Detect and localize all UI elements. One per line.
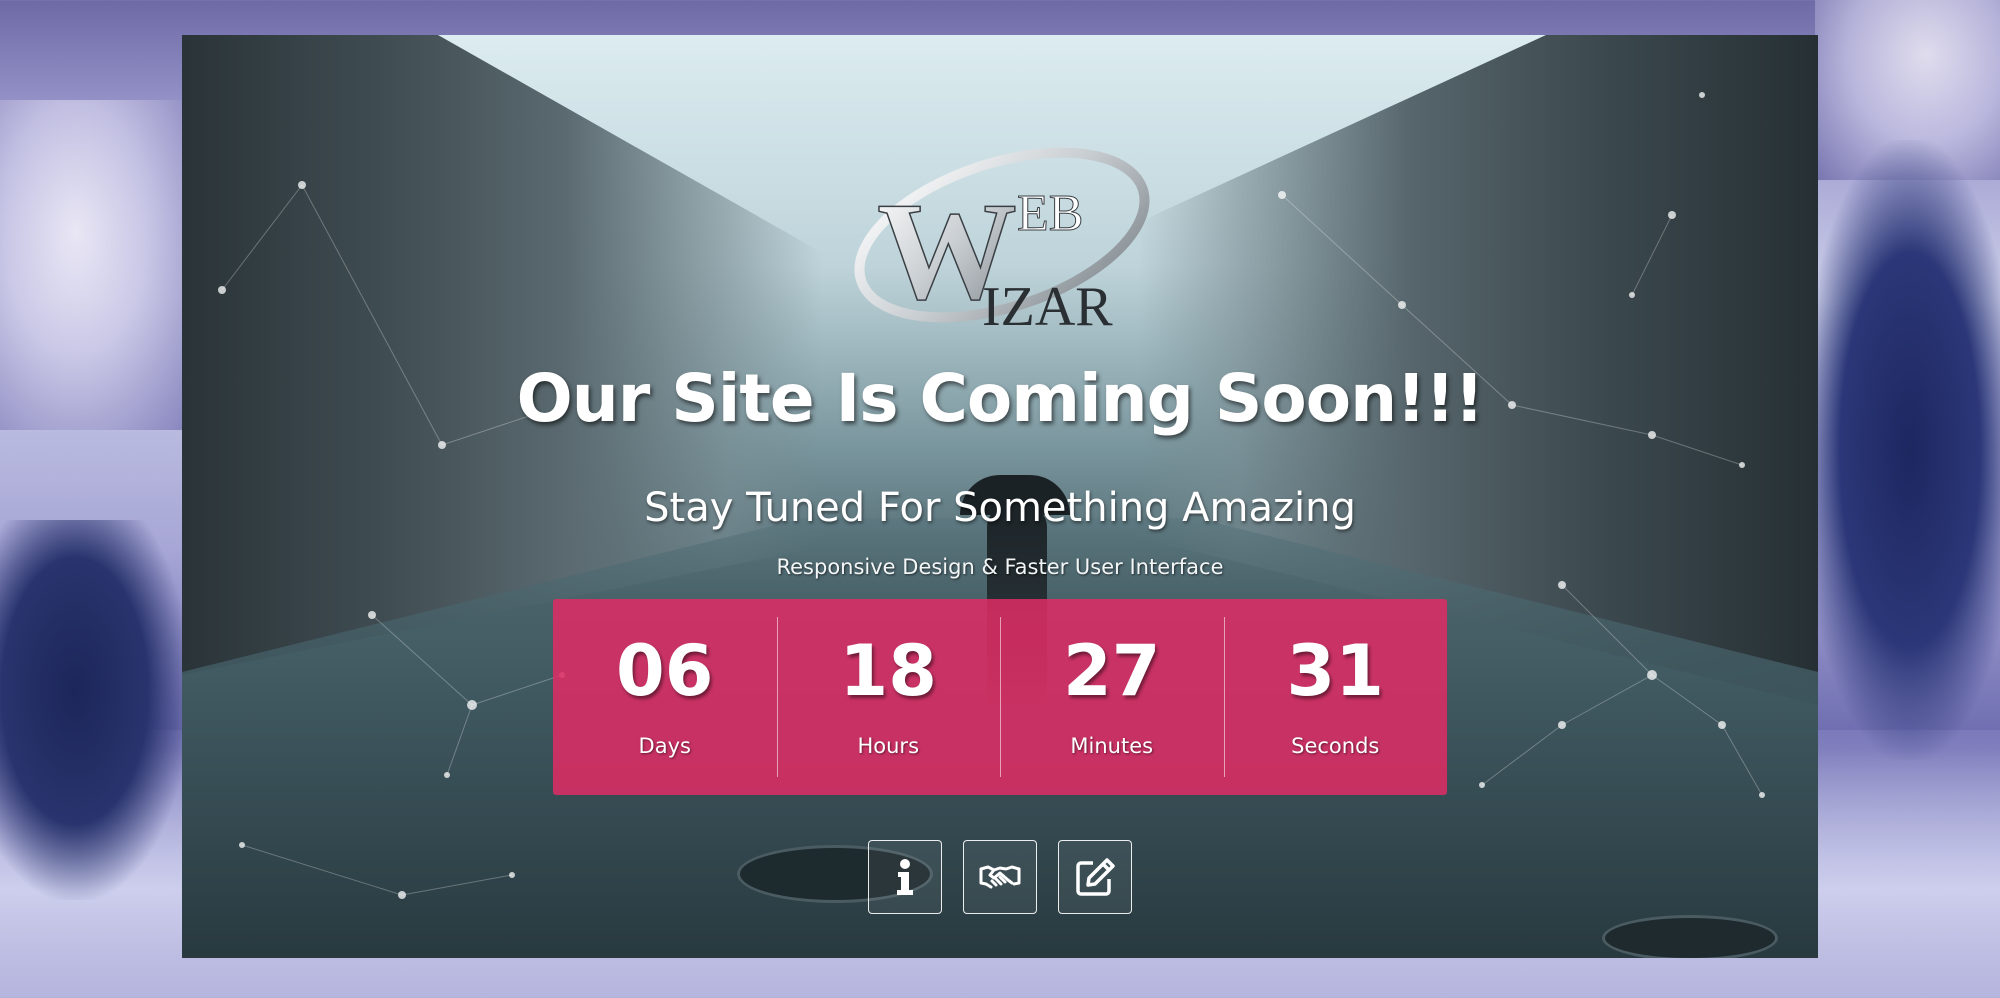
hero-frame: W EB IZAR Our Site Is Coming Soon!!! Sta… — [182, 35, 1818, 958]
countdown-hours: 18 Hours — [776, 599, 1001, 795]
countdown-value: 31 — [1286, 630, 1384, 712]
countdown-label: Days — [638, 734, 691, 758]
background-mountain-left — [0, 100, 190, 430]
info-icon — [897, 859, 913, 895]
countdown-value: 06 — [616, 630, 714, 712]
background-tree-left — [0, 520, 190, 900]
edit-icon — [1076, 858, 1115, 896]
background-tree-right — [1800, 140, 2000, 760]
logo-mark: W EB IZAR — [854, 147, 1150, 338]
countdown-value: 18 — [839, 630, 937, 712]
countdown-days: 06 Days — [553, 599, 777, 795]
logo-text-top: EB — [1017, 185, 1083, 242]
page-title: Our Site Is Coming Soon!!! — [516, 360, 1485, 437]
countdown-timer: 06 Days 18 Hours 27 Minutes 31 Seconds — [553, 599, 1447, 795]
countdown-seconds: 31 Seconds — [1223, 599, 1448, 795]
countdown-value: 27 — [1063, 630, 1161, 712]
page-tagline: Responsive Design & Faster User Interfac… — [776, 555, 1224, 579]
countdown-label: Hours — [857, 734, 920, 758]
handshake-icon — [979, 865, 1021, 889]
action-buttons — [182, 840, 1818, 914]
page-subtitle: Stay Tuned For Something Amazing — [644, 485, 1356, 531]
webwizar-logo[interactable]: W EB IZAR — [847, 120, 1157, 350]
partnership-button[interactable] — [963, 840, 1037, 914]
edit-button[interactable] — [1058, 840, 1132, 914]
countdown-minutes: 27 Minutes — [1000, 599, 1224, 795]
info-button[interactable] — [868, 840, 942, 914]
countdown-label: Minutes — [1070, 734, 1154, 758]
logo-text-bottom: IZAR — [982, 276, 1113, 338]
countdown-label: Seconds — [1291, 734, 1380, 758]
